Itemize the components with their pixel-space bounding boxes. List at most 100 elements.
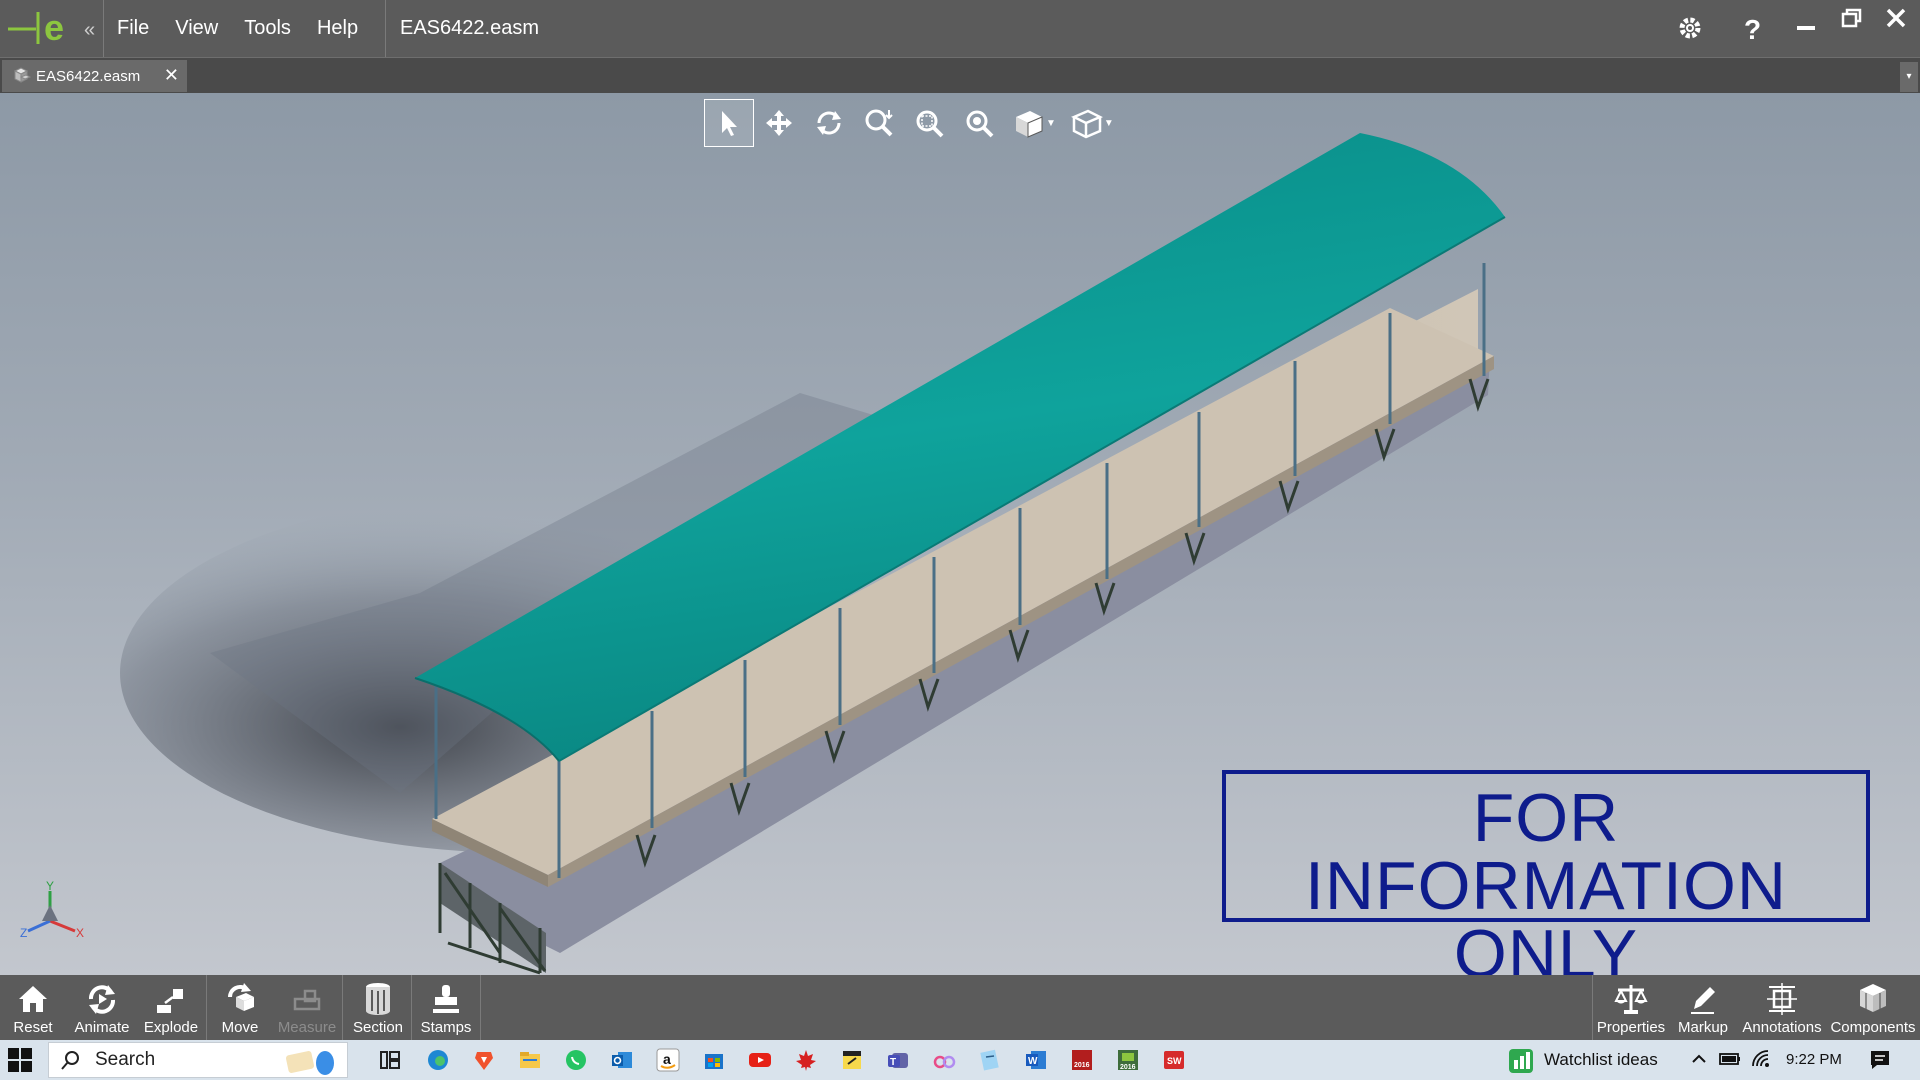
- document-title: EAS6422.easm: [385, 0, 539, 57]
- svg-text:2016: 2016: [1120, 1064, 1136, 1071]
- zoom-to-fit-icon[interactable]: [854, 99, 904, 147]
- model-viewport[interactable]: ▼ ▼ FOR INFORMATION ONLY Y X Z: [0, 93, 1920, 975]
- svg-text:e: e: [44, 7, 64, 48]
- svg-text:W: W: [1028, 1056, 1038, 1067]
- solidworks-drawings-icon[interactable]: 2016: [1070, 1048, 1094, 1072]
- outlook-icon[interactable]: [610, 1048, 634, 1072]
- cube-icon: [1856, 975, 1890, 1017]
- menu-file[interactable]: File: [104, 0, 162, 57]
- show-hidden-icons-chevron-icon[interactable]: [1690, 1050, 1708, 1068]
- menu-tools[interactable]: Tools: [231, 0, 304, 57]
- document-tab-bar: EAS6422.easm ✕ ▾: [0, 57, 1920, 93]
- app-logo[interactable]: e «: [0, 0, 104, 57]
- taskbar-search-box[interactable]: Search: [48, 1042, 348, 1078]
- home-icon: [17, 975, 49, 1017]
- task-view-icon[interactable]: [378, 1048, 402, 1072]
- svg-text:2016: 2016: [1074, 1062, 1090, 1069]
- components-label: Components: [1830, 1019, 1916, 1036]
- assembly-icon: [13, 67, 31, 83]
- stamp-icon: [430, 975, 462, 1017]
- reset-button[interactable]: Reset: [2, 975, 64, 1040]
- menu-bar: File View Tools Help: [104, 0, 371, 57]
- amazon-icon[interactable]: a: [656, 1048, 680, 1072]
- measure-button[interactable]: Measure: [274, 975, 340, 1040]
- os-taskbar: Search a T W 2016 2016 SW Watchlist idea…: [0, 1040, 1920, 1080]
- svg-text:SW: SW: [1167, 1056, 1182, 1066]
- properties-button[interactable]: Properties: [1594, 975, 1668, 1040]
- section-label: Section: [352, 1019, 404, 1036]
- edge-browser-icon[interactable]: [426, 1048, 450, 1072]
- stamps-button[interactable]: Stamps: [414, 975, 478, 1040]
- maple-leaf-icon[interactable]: [794, 1048, 818, 1072]
- brave-browser-icon[interactable]: [472, 1048, 496, 1072]
- annotations-button[interactable]: Annotations: [1738, 975, 1826, 1040]
- animate-button[interactable]: Animate: [68, 975, 136, 1040]
- stamp-line-1: FOR INFORMATION: [1305, 780, 1787, 924]
- tab-list-dropdown-icon[interactable]: ▾: [1900, 62, 1918, 92]
- section-icon: [362, 975, 394, 1017]
- animate-icon: [85, 975, 119, 1017]
- minimize-icon[interactable]: [1788, 4, 1824, 40]
- toolbar-separator: [411, 975, 412, 1040]
- menu-view[interactable]: View: [162, 0, 231, 57]
- tab-close-icon[interactable]: ✕: [164, 65, 179, 86]
- document-tab[interactable]: EAS6422.easm ✕: [2, 60, 187, 92]
- svg-text:?: ?: [1744, 14, 1761, 43]
- explode-icon: [155, 975, 187, 1017]
- annotation-icon: [1765, 975, 1799, 1017]
- properties-label: Properties: [1596, 1019, 1666, 1036]
- move-label: Move: [221, 1019, 259, 1036]
- view-orientation-dropdown-icon[interactable]: ▼: [1046, 118, 1056, 129]
- taskbar-clock[interactable]: 9:22 PM: [1786, 1040, 1842, 1080]
- move-button[interactable]: Move: [210, 975, 270, 1040]
- svg-text:a: a: [663, 1051, 671, 1067]
- markup-label: Markup: [1677, 1019, 1729, 1036]
- watchlist-widget-label[interactable]: Watchlist ideas: [1544, 1040, 1658, 1080]
- select-icon[interactable]: [704, 99, 754, 147]
- title-bar: e « File View Tools Help EAS6422.easm ?: [0, 0, 1920, 57]
- edrawings-icon[interactable]: 2016: [1116, 1048, 1140, 1072]
- markup-button[interactable]: Markup: [1670, 975, 1736, 1040]
- windows-start-icon[interactable]: [8, 1048, 32, 1072]
- explode-button[interactable]: Explode: [138, 975, 204, 1040]
- battery-icon[interactable]: [1718, 1050, 1742, 1068]
- display-style-dropdown-icon[interactable]: ▼: [1104, 118, 1114, 129]
- rotate-icon[interactable]: [804, 99, 854, 147]
- youtube-icon[interactable]: [748, 1048, 772, 1072]
- file-explorer-icon[interactable]: [518, 1048, 542, 1072]
- toolbar-separator: [206, 975, 207, 1040]
- wifi-icon[interactable]: [1750, 1048, 1772, 1070]
- word-icon[interactable]: W: [1024, 1048, 1048, 1072]
- notification-center-icon[interactable]: [1868, 1048, 1892, 1072]
- notepad-icon[interactable]: [978, 1048, 1002, 1072]
- whatsapp-icon[interactable]: [564, 1048, 588, 1072]
- close-window-icon[interactable]: [1878, 0, 1914, 36]
- view-toolbar: ▼ ▼: [704, 99, 1120, 147]
- document-tab-label: EAS6422.easm: [36, 67, 141, 85]
- collapse-icon: «: [84, 19, 95, 41]
- snipping-tool-icon[interactable]: [932, 1048, 956, 1072]
- sticky-notes-icon[interactable]: [840, 1048, 864, 1072]
- stamps-label: Stamps: [420, 1019, 472, 1036]
- solidworks-icon[interactable]: SW: [1162, 1048, 1186, 1072]
- teams-icon[interactable]: T: [886, 1048, 910, 1072]
- animate-label: Animate: [74, 1019, 130, 1036]
- menu-help[interactable]: Help: [304, 0, 371, 57]
- pan-icon[interactable]: [754, 99, 804, 147]
- section-button[interactable]: Section: [346, 975, 410, 1040]
- axis-z-label: Z: [20, 926, 27, 940]
- watchlist-widget-icon[interactable]: [1508, 1048, 1534, 1074]
- settings-gear-icon[interactable]: [1672, 10, 1708, 46]
- components-button[interactable]: Components: [1828, 975, 1918, 1040]
- stamp-line-2: ONLY: [1453, 916, 1639, 975]
- help-icon[interactable]: ?: [1734, 10, 1770, 46]
- zoom-icon[interactable]: [954, 99, 1004, 147]
- restore-icon[interactable]: [1834, 0, 1870, 36]
- search-icon: [61, 1051, 79, 1070]
- store-icon[interactable]: [702, 1048, 726, 1072]
- axis-x-label: X: [76, 926, 84, 940]
- toolbar-separator: [342, 975, 343, 1040]
- bottom-toolbar: Reset Animate Explode Move Measure Secti…: [0, 975, 1920, 1040]
- zoom-to-area-icon[interactable]: [904, 99, 954, 147]
- measure-icon: [291, 975, 323, 1017]
